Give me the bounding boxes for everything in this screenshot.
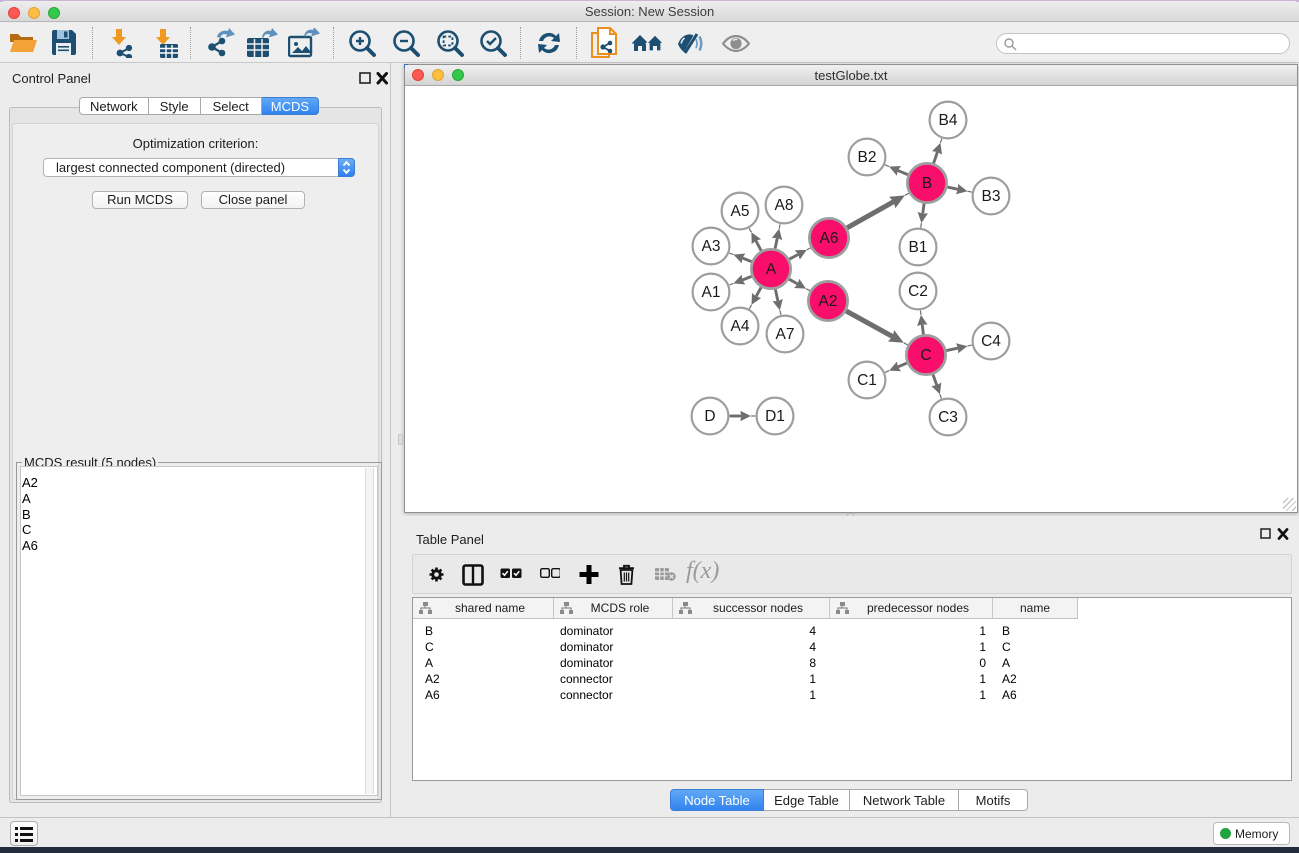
svg-text:B1: B1	[909, 239, 928, 256]
svg-text:B3: B3	[982, 188, 1001, 205]
svg-text:A7: A7	[776, 326, 795, 343]
svg-text:C3: C3	[938, 409, 958, 426]
svg-text:C2: C2	[908, 283, 928, 300]
svg-text:C: C	[920, 347, 931, 364]
svg-text:A3: A3	[702, 238, 721, 255]
svg-text:B4: B4	[939, 112, 958, 129]
svg-text:D: D	[704, 408, 715, 425]
svg-text:A5: A5	[731, 203, 750, 220]
svg-text:A2: A2	[819, 293, 838, 310]
svg-text:B: B	[922, 175, 932, 192]
svg-text:C1: C1	[857, 372, 877, 389]
svg-text:D1: D1	[765, 408, 785, 425]
svg-text:A6: A6	[820, 230, 839, 247]
svg-text:A: A	[766, 261, 777, 278]
svg-text:B2: B2	[858, 149, 877, 166]
svg-text:A8: A8	[775, 197, 794, 214]
svg-text:A1: A1	[702, 284, 721, 301]
svg-text:C4: C4	[981, 333, 1001, 350]
svg-text:A4: A4	[731, 318, 750, 335]
